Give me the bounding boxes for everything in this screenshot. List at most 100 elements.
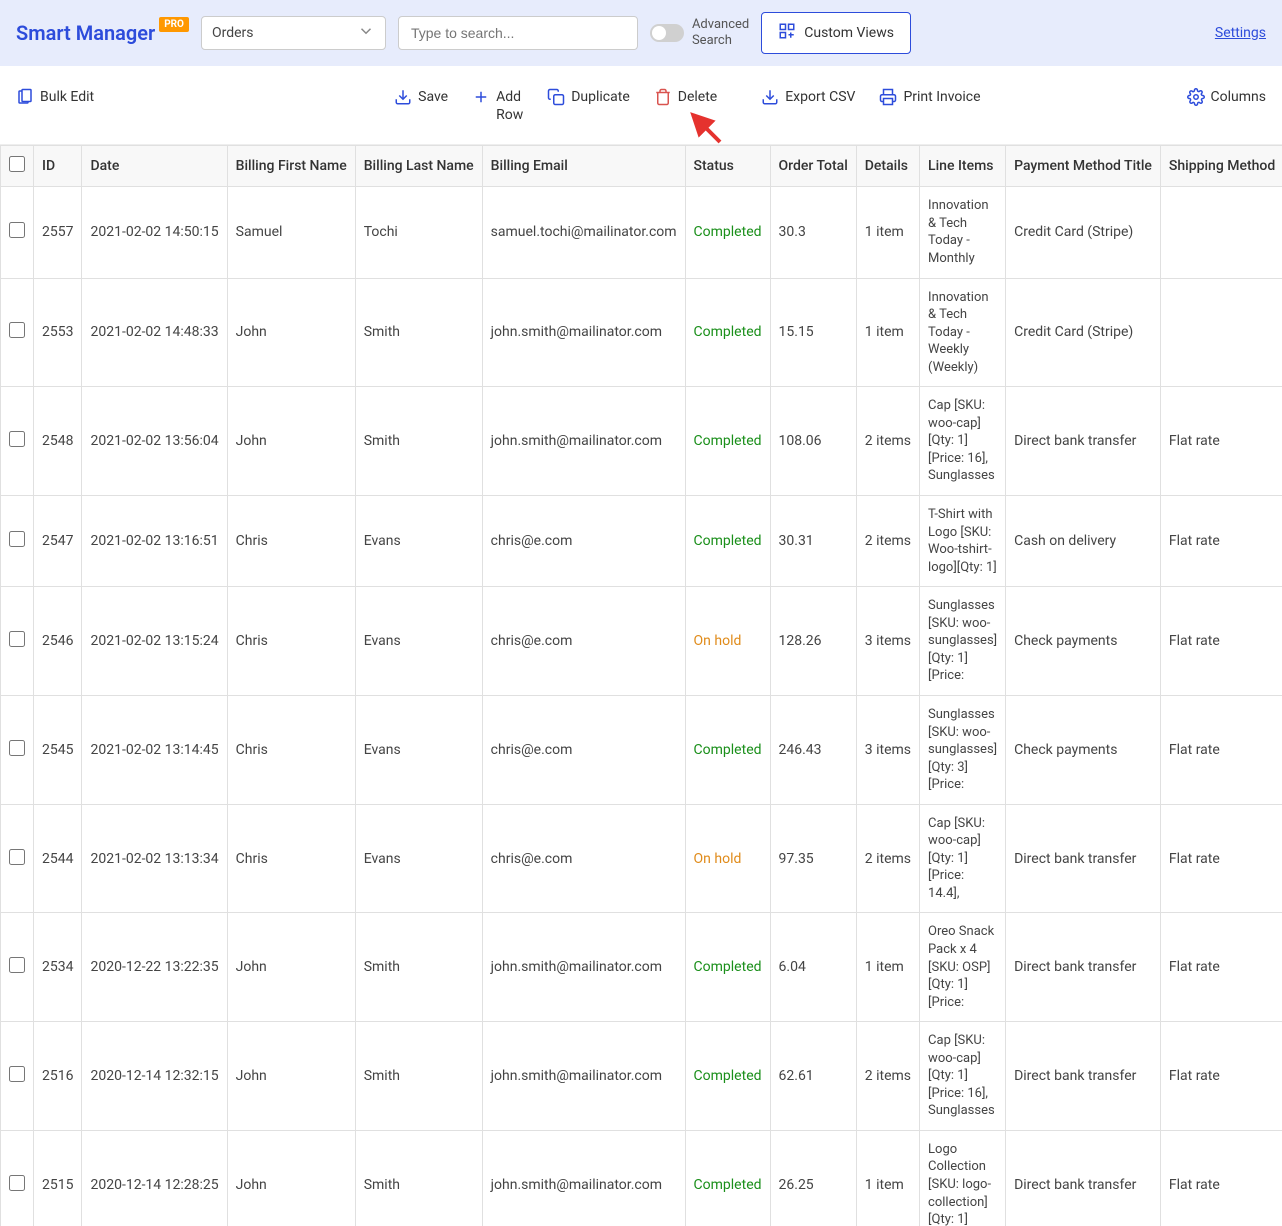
- cell-last-name[interactable]: Smith: [355, 913, 482, 1022]
- cell-order-total[interactable]: 108.06: [770, 387, 856, 496]
- cell-first-name[interactable]: John: [227, 1022, 355, 1131]
- cell-shipping-method[interactable]: Flat rate: [1160, 387, 1282, 496]
- duplicate-button[interactable]: Duplicate: [547, 88, 630, 124]
- cell-details[interactable]: 2 items: [856, 804, 919, 913]
- cell-email[interactable]: chris@e.com: [482, 587, 685, 696]
- col-billing-last-name[interactable]: Billing Last Name: [355, 146, 482, 187]
- row-checkbox[interactable]: [9, 531, 25, 547]
- cell-date[interactable]: 2021-02-02 13:14:45: [82, 695, 227, 804]
- col-id[interactable]: ID: [34, 146, 82, 187]
- table-row[interactable]: 2557 2021-02-02 14:50:15 Samuel Tochi sa…: [1, 187, 1282, 278]
- col-status[interactable]: Status: [685, 146, 770, 187]
- cell-id[interactable]: 2534: [34, 913, 82, 1022]
- cell-payment-method[interactable]: Check payments: [1006, 587, 1161, 696]
- table-row[interactable]: 2547 2021-02-02 13:16:51 Chris Evans chr…: [1, 496, 1282, 587]
- cell-email[interactable]: john.smith@mailinator.com: [482, 278, 685, 387]
- col-billing-first-name[interactable]: Billing First Name: [227, 146, 355, 187]
- cell-id[interactable]: 2544: [34, 804, 82, 913]
- cell-shipping-method[interactable]: [1160, 278, 1282, 387]
- col-payment-method[interactable]: Payment Method Title: [1006, 146, 1161, 187]
- row-checkbox[interactable]: [9, 431, 25, 447]
- cell-date[interactable]: 2021-02-02 13:16:51: [82, 496, 227, 587]
- cell-details[interactable]: 1 item: [856, 1130, 919, 1226]
- cell-last-name[interactable]: Evans: [355, 695, 482, 804]
- cell-last-name[interactable]: Evans: [355, 496, 482, 587]
- cell-status[interactable]: Completed: [685, 496, 770, 587]
- table-row[interactable]: 2548 2021-02-02 13:56:04 John Smith john…: [1, 387, 1282, 496]
- cell-details[interactable]: 1 item: [856, 913, 919, 1022]
- cell-payment-method[interactable]: Direct bank transfer: [1006, 804, 1161, 913]
- cell-id[interactable]: 2557: [34, 187, 82, 278]
- settings-link[interactable]: Settings: [1215, 25, 1266, 41]
- row-checkbox[interactable]: [9, 957, 25, 973]
- cell-date[interactable]: 2021-02-02 14:48:33: [82, 278, 227, 387]
- cell-payment-method[interactable]: Direct bank transfer: [1006, 387, 1161, 496]
- cell-shipping-method[interactable]: Flat rate: [1160, 913, 1282, 1022]
- cell-id[interactable]: 2547: [34, 496, 82, 587]
- cell-first-name[interactable]: Chris: [227, 496, 355, 587]
- cell-id[interactable]: 2546: [34, 587, 82, 696]
- cell-payment-method[interactable]: Direct bank transfer: [1006, 1130, 1161, 1226]
- cell-shipping-method[interactable]: Flat rate: [1160, 587, 1282, 696]
- col-billing-email[interactable]: Billing Email: [482, 146, 685, 187]
- col-shipping-method[interactable]: Shipping Method: [1160, 146, 1282, 187]
- cell-email[interactable]: john.smith@mailinator.com: [482, 913, 685, 1022]
- cell-date[interactable]: 2020-12-14 12:32:15: [82, 1022, 227, 1131]
- cell-last-name[interactable]: Smith: [355, 1022, 482, 1131]
- col-date[interactable]: Date: [82, 146, 227, 187]
- cell-status[interactable]: Completed: [685, 187, 770, 278]
- cell-email[interactable]: samuel.tochi@mailinator.com: [482, 187, 685, 278]
- table-row[interactable]: 2534 2020-12-22 13:22:35 John Smith john…: [1, 913, 1282, 1022]
- cell-status[interactable]: Completed: [685, 1130, 770, 1226]
- cell-line-items[interactable]: Cap [SKU: woo-cap][Qty: 1][Price: 16], S…: [920, 1022, 1006, 1131]
- cell-shipping-method[interactable]: Flat rate: [1160, 496, 1282, 587]
- row-checkbox[interactable]: [9, 740, 25, 756]
- cell-date[interactable]: 2021-02-02 13:56:04: [82, 387, 227, 496]
- cell-id[interactable]: 2516: [34, 1022, 82, 1131]
- cell-last-name[interactable]: Smith: [355, 1130, 482, 1226]
- cell-details[interactable]: 2 items: [856, 387, 919, 496]
- cell-id[interactable]: 2545: [34, 695, 82, 804]
- cell-id[interactable]: 2515: [34, 1130, 82, 1226]
- cell-first-name[interactable]: John: [227, 387, 355, 496]
- cell-line-items[interactable]: Sunglasses [SKU: woo-sunglasses][Qty: 1]…: [920, 587, 1006, 696]
- cell-first-name[interactable]: Chris: [227, 804, 355, 913]
- cell-first-name[interactable]: Chris: [227, 695, 355, 804]
- print-invoice-button[interactable]: Print Invoice: [879, 88, 980, 124]
- cell-email[interactable]: chris@e.com: [482, 695, 685, 804]
- columns-button[interactable]: Columns: [1187, 88, 1266, 110]
- cell-email[interactable]: chris@e.com: [482, 496, 685, 587]
- cell-status[interactable]: On hold: [685, 587, 770, 696]
- cell-last-name[interactable]: Smith: [355, 278, 482, 387]
- cell-status[interactable]: Completed: [685, 387, 770, 496]
- cell-details[interactable]: 2 items: [856, 1022, 919, 1131]
- cell-shipping-method[interactable]: Flat rate: [1160, 1022, 1282, 1131]
- cell-first-name[interactable]: Samuel: [227, 187, 355, 278]
- row-checkbox[interactable]: [9, 1175, 25, 1191]
- row-checkbox[interactable]: [9, 1066, 25, 1082]
- cell-line-items[interactable]: Oreo Snack Pack x 4 [SKU: OSP][Qty: 1][P…: [920, 913, 1006, 1022]
- cell-date[interactable]: 2020-12-14 12:28:25: [82, 1130, 227, 1226]
- cell-line-items[interactable]: Sunglasses [SKU: woo-sunglasses][Qty: 3]…: [920, 695, 1006, 804]
- table-row[interactable]: 2546 2021-02-02 13:15:24 Chris Evans chr…: [1, 587, 1282, 696]
- cell-details[interactable]: 1 item: [856, 278, 919, 387]
- cell-email[interactable]: john.smith@mailinator.com: [482, 1130, 685, 1226]
- cell-date[interactable]: 2021-02-02 13:13:34: [82, 804, 227, 913]
- cell-payment-method[interactable]: Direct bank transfer: [1006, 1022, 1161, 1131]
- cell-line-items[interactable]: Innovation & Tech Today - Weekly (Weekly…: [920, 278, 1006, 387]
- cell-payment-method[interactable]: Direct bank transfer: [1006, 913, 1161, 1022]
- row-checkbox[interactable]: [9, 222, 25, 238]
- cell-payment-method[interactable]: Check payments: [1006, 695, 1161, 804]
- select-all-checkbox[interactable]: [9, 156, 25, 172]
- cell-line-items[interactable]: Innovation & Tech Today - Monthly: [920, 187, 1006, 278]
- cell-order-total[interactable]: 6.04: [770, 913, 856, 1022]
- cell-order-total[interactable]: 97.35: [770, 804, 856, 913]
- add-row-button[interactable]: Add Row: [472, 88, 523, 124]
- cell-details[interactable]: 1 item: [856, 187, 919, 278]
- cell-shipping-method[interactable]: Flat rate: [1160, 1130, 1282, 1226]
- custom-views-button[interactable]: Custom Views: [761, 12, 911, 54]
- search-input[interactable]: [398, 16, 638, 50]
- cell-shipping-method[interactable]: Flat rate: [1160, 695, 1282, 804]
- cell-payment-method[interactable]: Credit Card (Stripe): [1006, 278, 1161, 387]
- cell-line-items[interactable]: Cap [SKU: woo-cap][Qty: 1][Price: 14.4],: [920, 804, 1006, 913]
